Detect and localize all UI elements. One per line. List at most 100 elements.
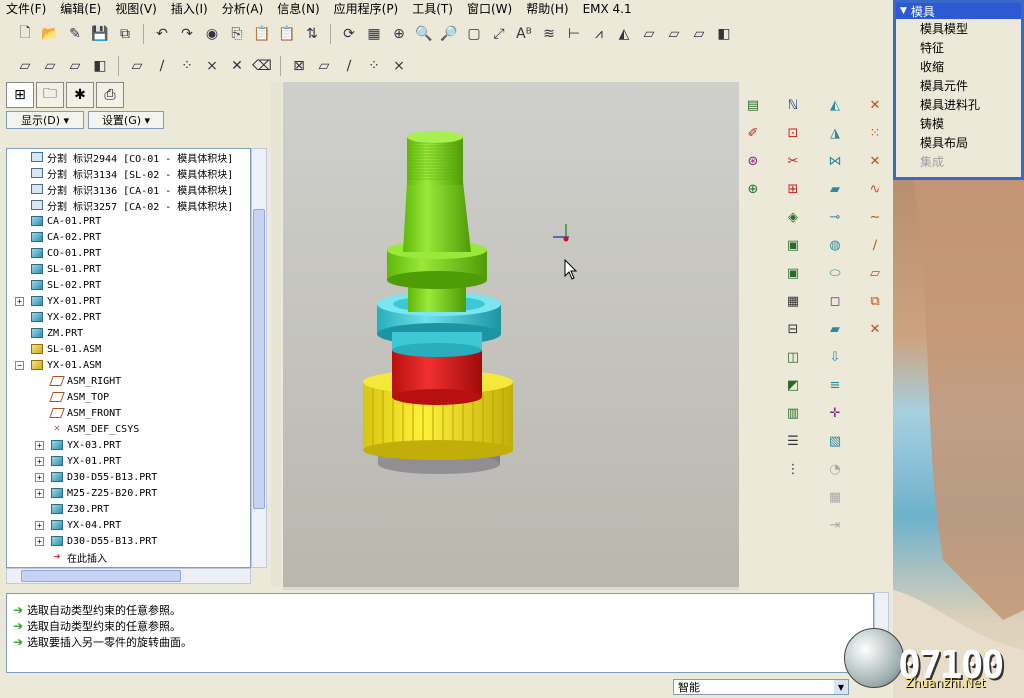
thickness-icon[interactable]: ◩ (783, 376, 803, 394)
tree-item[interactable]: CO-01.PRT (7, 245, 250, 261)
menu-item[interactable]: 编辑(E) (60, 0, 101, 17)
datum-axis-icon[interactable]: ∕ (151, 55, 173, 77)
menu-item[interactable]: 工具(T) (412, 0, 453, 17)
pie-icon[interactable]: ◔ (825, 460, 845, 478)
ejector-icon[interactable]: ⊟ (783, 320, 803, 338)
skirt-icon[interactable]: ⋈ (825, 152, 845, 170)
datum-plane-icon[interactable]: ▱ (126, 55, 148, 77)
tree-item[interactable]: ✕ ASM_DEF_CSYS (7, 421, 250, 437)
sketch-icon[interactable]: ▦ (363, 23, 385, 45)
curve-icon[interactable]: ∿ (865, 180, 885, 198)
mold-menu-item[interactable]: 模具布局 (896, 133, 1021, 152)
paste-special-icon[interactable]: 📋 (276, 23, 298, 45)
tree-item[interactable]: + M25-Z25-B20.PRT (7, 485, 250, 501)
tree-item[interactable]: CA-01.PRT (7, 213, 250, 229)
dimension-icon[interactable]: ⊢ (563, 23, 585, 45)
tree-item[interactable]: Z30.PRT (7, 501, 250, 517)
menu-item[interactable]: 应用程序(P) (334, 0, 399, 17)
menu-item[interactable]: 信息(N) (277, 0, 319, 17)
cavity-icon[interactable]: ▣ (783, 236, 803, 254)
mold-menu-item[interactable]: 模具进料孔 (896, 95, 1021, 114)
shaded-box-icon[interactable]: ◧ (89, 55, 111, 77)
tree-item[interactable]: + D30-D55-B13.PRT (7, 533, 250, 549)
wireframe-icon[interactable]: ▱ (638, 23, 660, 45)
offset-csys-icon[interactable]: ✕ (865, 152, 885, 170)
tree-item[interactable]: SL-02.PRT (7, 277, 250, 293)
box-icon[interactable]: ▱ (64, 55, 86, 77)
split-icon[interactable]: ✂ (783, 152, 803, 170)
draft-check-icon[interactable]: ◫ (783, 348, 803, 366)
shade-icon[interactable]: ◍ (825, 236, 845, 254)
flat-surface-icon[interactable]: ⬭ (825, 264, 845, 282)
folder-tab-icon[interactable]: 🗀 (36, 82, 64, 108)
mold-open-icon[interactable]: ⋮ (783, 460, 803, 478)
parting-surface-icon[interactable]: ◈ (783, 208, 803, 226)
grid-icon[interactable]: ▦ (825, 488, 845, 506)
volume-block-icon[interactable]: ▰ (825, 320, 845, 338)
new-part-icon[interactable]: ℕ (783, 96, 803, 114)
expand-toggle-icon[interactable]: + (15, 296, 24, 306)
save-icon[interactable]: 💾 (89, 23, 111, 45)
expand-toggle-icon[interactable]: + (35, 536, 44, 546)
box-icon[interactable]: ▱ (14, 55, 36, 77)
chevron-down-icon[interactable]: ▼ (834, 680, 848, 694)
menu-item[interactable]: 插入(I) (171, 0, 208, 17)
parting-line-icon[interactable]: ☰ (783, 432, 803, 450)
mold-model-icon[interactable]: ▤ (743, 96, 763, 114)
sort-icon[interactable]: ⇅ (301, 23, 323, 45)
projected-area-icon[interactable]: ▥ (783, 404, 803, 422)
csys-icon[interactable]: ✕ (865, 96, 885, 114)
csys-icon[interactable]: ✕ (865, 320, 885, 338)
no-hidden-icon[interactable]: ▱ (688, 23, 710, 45)
datum-point-icon[interactable]: ⁘ (176, 55, 198, 77)
extract-icon[interactable]: ⊞ (783, 180, 803, 198)
tree-vertical-scrollbar[interactable] (251, 148, 267, 568)
expand-toggle-icon[interactable]: + (35, 456, 44, 466)
redo-icon[interactable]: ↷ (176, 23, 198, 45)
settings-dropdown-button[interactable]: 设置(G) ▾ (88, 111, 164, 129)
zoom-out-icon[interactable]: 🔎 (438, 23, 460, 45)
mold-menu-item[interactable]: 铸模 (896, 114, 1021, 133)
boundary-icon[interactable]: ◻ (825, 292, 845, 310)
mold-feature-icon[interactable]: ✐ (743, 124, 763, 142)
history-tab-icon[interactable]: ⎙ (96, 82, 124, 108)
favorites-tab-icon[interactable]: ✱ (66, 82, 94, 108)
tree-item[interactable]: 分割 标识3136 [CA-01 - 模具体积块] (7, 181, 250, 197)
tree-item[interactable]: SL-01.PRT (7, 261, 250, 277)
show-dropdown-button[interactable]: 显示(D) ▾ (6, 111, 84, 129)
point-icon[interactable]: ⁙ (865, 124, 885, 142)
spin-icon[interactable]: ⟳ (338, 23, 360, 45)
tree-item[interactable]: 分割 标识2944 [CO-01 - 模具体积块] (7, 149, 250, 165)
exit-icon[interactable]: ⇥ (825, 516, 845, 534)
cross-icon[interactable]: ✛ (825, 404, 845, 422)
undo-icon[interactable]: ↶ (151, 23, 173, 45)
mold-menu-item[interactable]: 模具元件 (896, 76, 1021, 95)
spin-center-icon[interactable]: ✕ (226, 55, 248, 77)
tree-item[interactable]: YX-02.PRT (7, 309, 250, 325)
regenerate-icon[interactable]: ◉ (201, 23, 223, 45)
tree-item[interactable]: + YX-04.PRT (7, 517, 250, 533)
datum-axis-icon[interactable]: ∕ (338, 55, 360, 77)
open-icon[interactable]: 📂 (39, 23, 61, 45)
menu-item[interactable]: 帮助(H) (526, 0, 568, 17)
selection-filter-select[interactable]: 智能 ▼ (673, 679, 849, 695)
surface-icon[interactable]: ◭ (613, 23, 635, 45)
shading-icon[interactable]: ◧ (713, 23, 735, 45)
mold-menu-header[interactable]: ▼ 模具 (896, 3, 1021, 19)
expand-toggle-icon[interactable]: + (35, 472, 44, 482)
save-copy-icon[interactable]: ⧉ (114, 23, 136, 45)
model-tree-tab-icon[interactable]: ⊞ (6, 82, 34, 108)
mold-menu-item[interactable]: 特征 (896, 38, 1021, 57)
box-icon[interactable]: ▱ (39, 55, 61, 77)
mold-component-icon[interactable]: ⊕ (743, 180, 763, 198)
waterline-icon[interactable]: ▦ (783, 292, 803, 310)
tree-item[interactable]: + YX-01.PRT (7, 293, 250, 309)
tree-item[interactable]: ASM_FRONT (7, 405, 250, 421)
mold-menu-item[interactable]: 收缩 (896, 57, 1021, 76)
tree-item[interactable]: − YX-01.ASM (7, 357, 250, 373)
menu-item[interactable]: 分析(A) (222, 0, 264, 17)
new-icon[interactable]: 🗋 (14, 23, 36, 45)
tree-item[interactable]: + YX-01.PRT (7, 453, 250, 469)
tree-item[interactable]: ➜ 在此插入 (7, 549, 250, 565)
tree-item[interactable]: + D30-D55-B13.PRT (7, 469, 250, 485)
